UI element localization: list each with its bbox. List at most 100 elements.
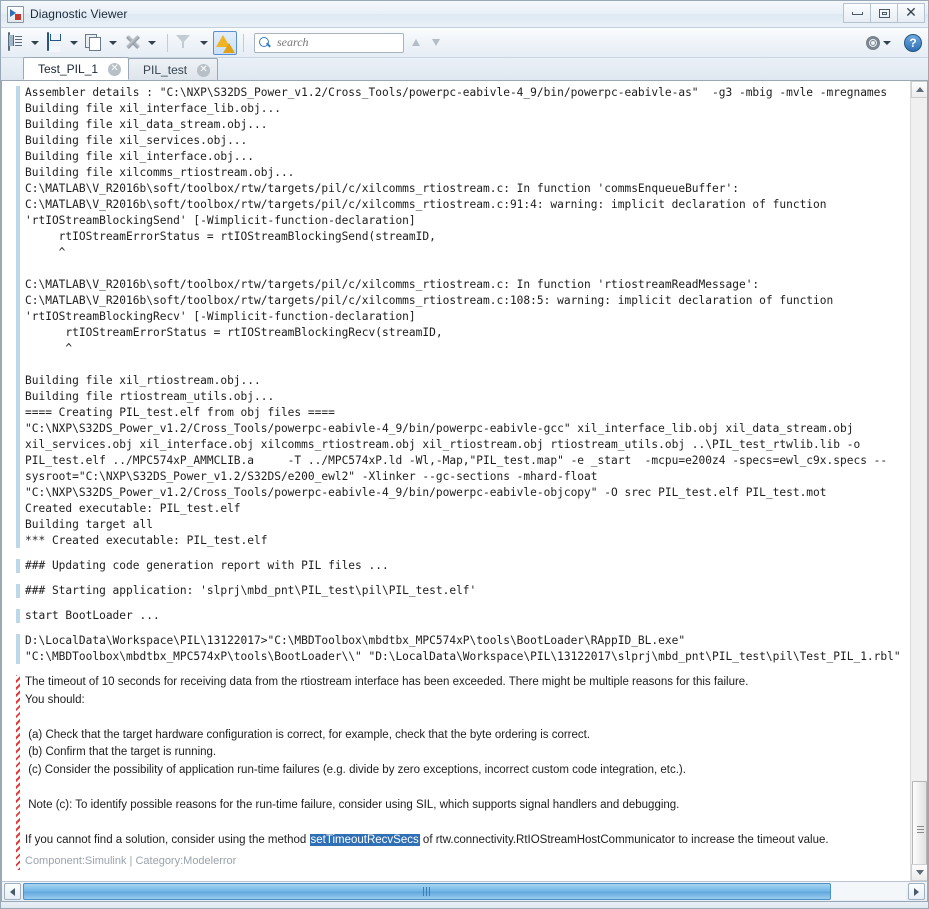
view-options-button[interactable] [5,31,29,55]
log-message-spacer [2,665,910,674]
log-line: Assembler details : "C:\NXP\S32DS_Power_… [25,86,888,99]
error-subheading: You should: [25,693,85,706]
log-message-spacer [2,624,910,633]
settings-dropdown-icon[interactable] [883,40,891,45]
log-message[interactable]: ### Updating code generation report with… [2,558,910,574]
clear-button[interactable] [122,31,146,55]
log-line: Building file xilcomms_rtiostream.obj... [25,166,295,179]
log-line: ==== Creating PIL_test.elf from obj file… [25,406,335,419]
filter-button[interactable] [174,31,198,55]
log-line: ^ [25,246,66,259]
log-line: rtIOStreamErrorStatus = rtIOStreamBlocki… [25,326,443,339]
tab-label: PIL_test [143,62,188,77]
log-message[interactable]: ### Starting application: 'slprj\mbd_pnt… [2,583,910,599]
log-line: C:\MATLAB\V_R2016b\soft/toolbox/rtw/targ… [25,294,834,307]
solution-prefix: If you cannot find a solution, consider … [25,833,310,846]
scroll-up-button[interactable] [911,81,927,98]
log-line: Building file rtiostream_utils.obj... [25,390,275,403]
scroll-left-button[interactable] [4,883,21,900]
error-bullet: (b) Confirm that the target is running. [25,746,217,758]
search-next-button[interactable] [428,34,444,52]
vertical-scrollbar[interactable] [910,81,927,881]
scroll-right-icon [914,887,919,896]
error-blank [25,814,910,832]
window-controls: ✕ [843,3,925,23]
save-button[interactable] [44,31,68,55]
error-message[interactable]: The timeout of 10 seconds for receiving … [2,674,910,871]
log-line: xil_services.obj xil_interface.obj xilco… [25,438,861,451]
log-line: ^ [25,342,73,355]
window-title: Diagnostic Viewer [30,7,128,21]
warnings-errors-toggle[interactable] [213,30,237,55]
tab-test-pil-1[interactable]: Test_PIL_1 ✕ [23,57,130,80]
scroll-right-button[interactable] [908,883,925,900]
log-line: Building file xil_interface_lib.obj... [25,102,281,115]
log-message[interactable]: Assembler details : "C:\NXP\S32DS_Power_… [2,85,910,549]
tab-close-icon[interactable]: ✕ [197,64,211,77]
funnel-icon [176,33,196,53]
log-line: C:\MATLAB\V_R2016b\soft/toolbox/rtw/targ… [25,182,739,195]
scroll-down-button[interactable] [911,864,927,881]
log-line: start BootLoader ... [25,609,160,622]
log-line: "C:\NXP\S32DS_Power_v1.2/Cross_Tools/pow… [25,486,827,499]
severity-indicator [16,675,20,870]
log-line: Building file xil_services.obj... [25,134,248,147]
scroll-thumb-grip-icon [423,887,431,896]
list-view-icon [7,31,27,53]
log-line: sysroot="C:\NXP\S32DS_Power_v1.2/S32DS/e… [25,470,598,483]
log-viewport[interactable]: Assembler details : "C:\NXP\S32DS_Power_… [2,81,910,881]
close-button[interactable]: ✕ [897,3,925,23]
horizontal-scroll-track[interactable] [23,883,906,900]
log-line: *** Created executable: PIL_test.elf [25,534,268,547]
toolbar-separator-1 [167,33,168,52]
log-message-spacer [2,574,910,583]
log-line: "C:\MBDToolbox\mbdtbx_MPC574xP\tools\Boo… [25,650,901,663]
error-bullet: (a) Check that the target hardware confi… [25,728,591,741]
log-line: C:\MATLAB\V_R2016b\soft/toolbox/rtw/targ… [25,278,760,291]
minimize-button[interactable] [843,3,871,23]
scroll-left-icon [10,887,15,896]
view-options-dropdown-icon[interactable] [31,40,39,45]
search-input[interactable] [275,34,399,51]
search-box[interactable] [254,32,404,53]
maximize-button[interactable] [870,3,898,23]
vertical-scroll-thumb[interactable] [912,781,927,876]
severity-indicator [16,609,20,623]
log-line: 'rtIOStreamBlockingSend' [-Wimplicit-fun… [25,214,416,227]
error-blank [25,709,910,727]
solution-suffix: of rtw.connectivity.RtIOStreamHostCommun… [419,833,829,846]
clear-dropdown-icon[interactable] [148,40,156,45]
log-line: Building file xil_interface.obj... [25,150,255,163]
tab-close-icon[interactable]: ✕ [108,63,122,76]
log-line: Building target all [25,518,153,531]
log-line: ### Updating code generation report with… [25,559,389,572]
severity-indicator [16,86,20,548]
selected-text-highlight[interactable]: setTimeoutRecvSecs [309,833,420,846]
log-message[interactable]: D:\LocalData\Workspace\PIL\13122017>"C:\… [2,633,910,665]
filter-dropdown-icon[interactable] [200,40,208,45]
horizontal-scrollbar[interactable] [1,881,928,902]
gear-icon[interactable] [865,35,881,51]
copy-button[interactable] [83,31,107,55]
save-dropdown-icon[interactable] [70,40,78,45]
toolbar: ? [1,28,928,58]
search-prev-button[interactable] [408,34,424,52]
copy-dropdown-icon[interactable] [109,40,117,45]
toolbar-right-group: ? [865,33,922,52]
log-line: Created executable: PIL_test.elf [25,502,241,515]
search-icon [259,36,271,49]
clear-x-icon [124,33,144,53]
save-icon [46,31,66,53]
error-solution: If you cannot find a solution, consider … [25,832,910,850]
log-message[interactable]: start BootLoader ... [2,608,910,624]
help-button[interactable]: ? [904,33,922,52]
title-bar: Diagnostic Viewer ✕ [1,1,928,28]
horizontal-scroll-thumb[interactable] [23,883,831,900]
copy-icon [85,33,105,53]
tab-label: Test_PIL_1 [38,61,99,76]
scroll-up-icon [915,87,924,92]
tab-pil-test[interactable]: PIL_test ✕ [128,58,219,80]
log-line: rtIOStreamErrorStatus = rtIOStreamBlocki… [25,230,436,243]
maximize-icon [878,8,890,18]
